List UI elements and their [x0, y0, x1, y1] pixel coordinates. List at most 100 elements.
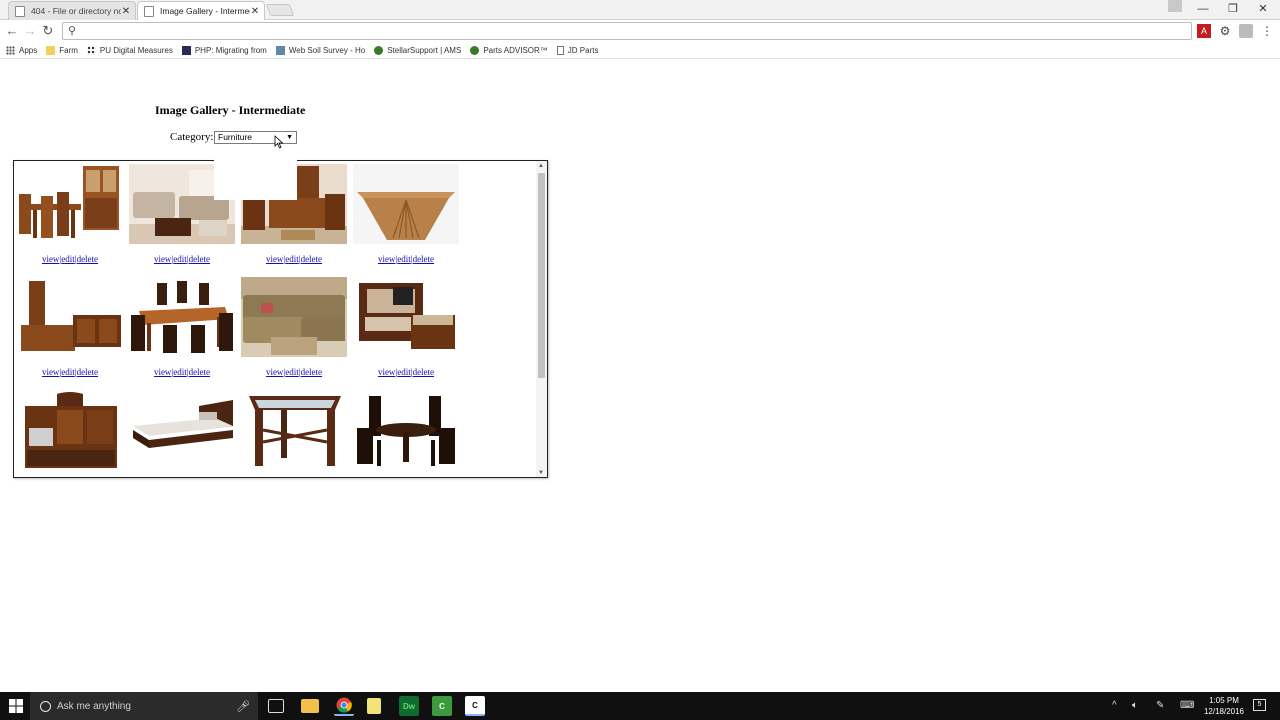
white-app-icon[interactable]: C — [465, 696, 485, 716]
bookmark-apps[interactable]: Apps — [6, 45, 37, 55]
furniture-image-wooden-folding-table[interactable] — [353, 164, 459, 244]
bookmark-label: Parts ADVISOR™ — [483, 45, 548, 55]
category-select[interactable]: Furniture ▼ — [214, 131, 297, 144]
furniture-image-glass-top-table[interactable] — [241, 390, 347, 470]
tab-title: 404 - File or directory no — [31, 6, 121, 16]
delete-link[interactable]: delete — [413, 367, 435, 377]
delete-link[interactable]: delete — [77, 367, 99, 377]
address-bar[interactable]: ⚲ — [62, 22, 1192, 40]
close-icon[interactable]: ✕ — [250, 6, 260, 17]
delete-link[interactable]: delete — [189, 254, 211, 264]
scrollbar-thumb[interactable] — [538, 173, 545, 378]
minimize-button[interactable]: — — [1188, 0, 1218, 18]
bookmark-php[interactable]: PHP: Migrating from — [181, 45, 267, 55]
view-link[interactable]: view — [266, 254, 284, 264]
view-link[interactable]: view — [42, 367, 60, 377]
tab-strip: 404 - File or directory no ✕ Image Galle… — [0, 0, 1280, 20]
furniture-image-dining-table-chairs[interactable] — [129, 277, 235, 357]
delete-link[interactable]: delete — [301, 367, 323, 377]
view-link[interactable]: view — [378, 367, 396, 377]
tab-image-gallery[interactable]: Image Gallery - Intermed ✕ — [137, 1, 265, 20]
furniture-image-round-dining-set[interactable] — [353, 390, 459, 470]
bookmark-parts-advisor[interactable]: Parts ADVISOR™ — [470, 45, 548, 55]
item-actions: view|edit|delete — [241, 254, 347, 264]
folder-icon — [46, 45, 56, 55]
dots-icon — [86, 45, 96, 55]
back-arrow-icon[interactable]: ← — [4, 23, 20, 39]
pen-icon[interactable]: ✎ — [1156, 700, 1164, 711]
microphone-icon[interactable]: 🎤︎ — [236, 700, 250, 713]
search-icon: ⚲ — [68, 25, 77, 37]
delete-link[interactable]: delete — [413, 254, 435, 264]
view-link[interactable]: view — [154, 367, 172, 377]
profile-icon[interactable] — [1168, 0, 1182, 12]
restore-button[interactable]: ❐ — [1218, 0, 1248, 18]
file-explorer-icon[interactable] — [301, 699, 319, 713]
close-icon[interactable]: ✕ — [121, 6, 131, 17]
furniture-image-platform-bed[interactable] — [129, 390, 235, 470]
deere-icon — [374, 45, 384, 55]
page-title: Image Gallery - Intermediate — [155, 103, 306, 117]
bookmark-pu-digital-measures[interactable]: PU Digital Measures — [86, 45, 173, 55]
clock-time: 1:05 PM — [1209, 696, 1239, 705]
furniture-image-armchair-ottoman[interactable] — [353, 277, 459, 357]
notifications-icon[interactable]: 5 — [1253, 699, 1266, 711]
bookmark-farm[interactable]: Farm — [46, 45, 78, 55]
gallery-scrollbar[interactable]: ▲ ▼ — [536, 161, 547, 477]
edit-link[interactable]: edit — [397, 254, 411, 264]
map-icon — [275, 45, 285, 55]
keyboard-icon[interactable]: ⌨ — [1180, 700, 1194, 711]
item-actions: view|edit|delete — [129, 254, 235, 264]
edit-link[interactable]: edit — [285, 254, 299, 264]
edit-link[interactable]: edit — [173, 254, 187, 264]
delete-link[interactable]: delete — [77, 254, 99, 264]
menu-icon[interactable]: ⋮ — [1260, 24, 1274, 38]
gear-icon[interactable]: ⚙ — [1218, 24, 1232, 38]
view-link[interactable]: view — [378, 254, 396, 264]
volume-icon[interactable]: 🔈︎ — [1132, 700, 1138, 711]
bookmark-label: PU Digital Measures — [99, 45, 173, 55]
window-close-button[interactable]: ✕ — [1248, 0, 1278, 18]
bookmark-jd-parts[interactable]: JD Parts — [556, 45, 598, 55]
acrobat-extension-icon[interactable]: A — [1197, 24, 1211, 38]
view-link[interactable]: view — [154, 254, 172, 264]
task-view-icon[interactable] — [268, 699, 284, 713]
bookmark-stellarsupport[interactable]: StellarSupport | AMS — [374, 45, 462, 55]
tab-404[interactable]: 404 - File or directory no ✕ — [8, 1, 136, 20]
view-link[interactable]: view — [266, 367, 284, 377]
tab-title: Image Gallery - Intermed — [160, 6, 250, 16]
gallery-frame[interactable]: view|edit|delete view|edit|delete view|e… — [13, 160, 548, 478]
view-link[interactable]: view — [42, 254, 60, 264]
chrome-icon[interactable] — [334, 696, 354, 716]
edit-link[interactable]: edit — [397, 367, 411, 377]
green-app-icon[interactable]: C — [432, 696, 452, 716]
delete-link[interactable]: delete — [301, 254, 323, 264]
bookmark-web-soil-survey[interactable]: Web Soil Survey - Ho — [275, 45, 365, 55]
scroll-up-arrow-icon[interactable]: ▲ — [538, 163, 544, 169]
extension-icon[interactable] — [1239, 24, 1253, 38]
bookmark-label: StellarSupport | AMS — [387, 45, 462, 55]
delete-link[interactable]: delete — [189, 367, 211, 377]
dreamweaver-icon[interactable]: Dw — [399, 696, 419, 716]
forward-arrow-icon[interactable]: → — [22, 23, 38, 39]
edit-link[interactable]: edit — [61, 254, 75, 264]
edit-link[interactable]: edit — [61, 367, 75, 377]
chevron-up-icon[interactable]: ^ — [1112, 700, 1117, 711]
furniture-image-dining-hutch-set[interactable] — [17, 164, 123, 244]
cortana-placeholder: Ask me anything — [57, 700, 131, 712]
new-tab-button[interactable] — [265, 4, 295, 16]
taskbar-clock[interactable]: 1:05 PM 12/18/2016 — [1198, 695, 1250, 717]
furniture-image-cabinet-set[interactable] — [17, 277, 123, 357]
bookmark-label: PHP: Migrating from — [194, 45, 267, 55]
edit-link[interactable]: edit — [173, 367, 187, 377]
cortana-search-box[interactable]: Ask me anything 🎤︎ — [30, 692, 258, 720]
scroll-down-arrow-icon[interactable]: ▼ — [538, 470, 544, 476]
sticky-notes-icon[interactable] — [367, 698, 381, 714]
item-actions: view|edit|delete — [129, 367, 235, 377]
windows-start-icon[interactable] — [8, 698, 24, 714]
mouse-cursor-icon — [274, 135, 284, 149]
edit-link[interactable]: edit — [285, 367, 299, 377]
furniture-image-entertainment-center[interactable] — [17, 390, 123, 470]
reload-icon[interactable]: ↻ — [40, 23, 56, 39]
furniture-image-sectional-sofa[interactable] — [241, 277, 347, 357]
